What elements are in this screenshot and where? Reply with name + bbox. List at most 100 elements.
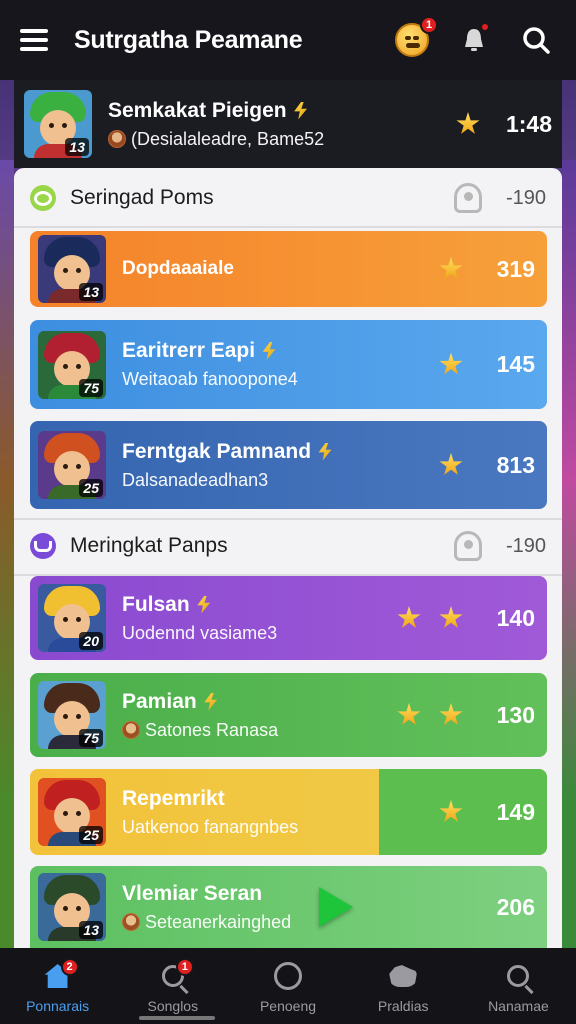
player-name: Dopdaaaiale [122,258,234,279]
section-purple-icon [30,533,56,559]
player-name: Pamian [122,689,197,713]
star-icon [397,606,421,628]
notification-badge: 1 [420,16,438,34]
paw-icon [389,965,418,987]
rankings-panel: Seringad Poms -190 13 Dopdaaaiale 319 75… [14,168,562,948]
featured-subtitle: (Desialaleadre, Bame52 [131,128,325,149]
player-score: 145 [496,351,535,377]
notifications-emoji-button[interactable]: 1 [392,16,438,60]
section-header: Meringkat Panps -190 [14,518,562,574]
nav-label: Praldias [377,998,429,1014]
nav-item-profile-search[interactable]: Nanamae [461,948,576,1024]
section-title: Seringad Poms [70,186,214,209]
avatar: 25 [38,431,106,499]
bell-dot [480,22,490,32]
bolt-icon [294,101,307,120]
player-subtitle: Dalsanadeadhan3 [122,469,269,490]
player-score: 319 [496,255,535,282]
ghost-icon[interactable] [454,183,482,213]
player-name: Fulsan [122,592,190,616]
nav-item-circle[interactable]: Penoeng [230,948,345,1024]
bolt-icon [318,442,332,461]
level-badge: 20 [79,632,103,650]
star-icon [397,703,421,725]
list-item[interactable]: 13 Vlemiar Seran Seteanerkainghed 206 [30,866,547,948]
bottom-navigation: 2 Ponnarais 1 Songlos Penoeng Praldias N… [0,948,576,1024]
nav-label: Penoeng [259,998,317,1014]
nav-badge: 1 [175,958,194,976]
level-badge: 13 [79,283,103,301]
avatar: 13 [38,873,106,941]
list-item[interactable]: 25 Repemrikt Uatkenoo fanangnbes 149 [30,769,547,855]
search-button[interactable] [516,20,556,60]
section-green-icon [30,185,56,211]
featured-score: 1:48 [505,110,552,137]
avatar: 20 [38,584,106,652]
player-score: 813 [496,451,535,478]
active-indicator [139,1016,216,1020]
nav-label: Songlos [147,998,199,1014]
bolt-icon [204,692,218,711]
mini-avatar-icon [122,913,140,931]
avatar: 25 [38,778,106,846]
divider [14,226,562,228]
player-subtitle: Weitaoab fanoopone4 [122,369,298,389]
avatar: 13 [38,235,106,303]
nav-badge: 2 [60,958,79,976]
list-item[interactable]: 20 Fulsan Uodennd vasiame3 140 [30,576,547,660]
search-icon [507,965,530,987]
avatar: 75 [38,330,106,399]
menu-icon[interactable] [20,29,48,51]
background-strip-left [0,160,14,960]
level-badge: 75 [79,729,103,747]
level-badge: 25 [79,826,103,844]
nav-item-home[interactable]: 2 Ponnarais [0,948,115,1024]
star-icon [439,453,463,475]
star-icon [456,112,480,134]
player-subtitle: Uatkenoo fanangnbes [122,816,299,837]
top-app-bar: Sutrgatha Peamane 1 [0,0,576,80]
circle-icon [274,962,302,990]
star-icon [439,703,463,725]
background-strip-right [562,160,576,960]
star-icon [439,352,463,375]
bell-button[interactable] [454,20,494,60]
mini-avatar-icon [122,721,140,739]
player-score: 140 [496,604,535,631]
player-subtitle: Uodennd vasiame3 [122,622,278,643]
star-icon [439,800,463,822]
section-header: Seringad Poms -190 [14,170,562,226]
play-icon[interactable] [319,887,353,927]
player-score: 206 [496,893,535,920]
section-title: Meringkat Panps [70,534,228,557]
list-item[interactable]: 25 Ferntgak Pamnand Dalsanadeadhan3 813 [30,421,547,509]
section-count: -190 [505,186,546,209]
player-score: 149 [496,798,535,825]
bolt-icon [197,595,211,614]
nav-item-paw[interactable]: Praldias [346,948,461,1024]
level-badge: 13 [65,138,89,156]
ghost-icon[interactable] [454,531,482,561]
search-icon [523,27,550,54]
featured-name: Semkakat Pieigen [108,98,287,122]
list-item[interactable]: 75 Earitrerr Eapi Weitaoab fanoopone4 14… [30,320,547,409]
star-icon [439,257,463,279]
bolt-icon [262,342,276,360]
section-count: -190 [505,534,546,557]
level-badge: 75 [79,378,103,397]
player-subtitle: Satones Ranasa [145,719,279,740]
nav-label: Ponnarais [26,998,90,1014]
player-name: Ferntgak Pamnand [122,439,312,463]
featured-player-card[interactable]: 13 Semkakat Pieigen (Desialaleadre, Bame… [14,80,562,168]
avatar: 13 [24,90,92,158]
avatar: 75 [38,681,106,749]
level-badge: 13 [79,921,103,939]
player-name: Earitrerr Eapi [122,339,256,362]
player-subtitle: Seteanerkainghed [145,911,292,932]
star-icon [439,606,463,628]
list-item[interactable]: 75 Pamian Satones Ranasa 130 [30,673,547,757]
player-score: 130 [496,701,535,728]
mini-avatar-icon [108,130,126,148]
nav-item-search[interactable]: 1 Songlos [115,948,230,1024]
list-item[interactable]: 13 Dopdaaaiale 319 [30,231,547,307]
